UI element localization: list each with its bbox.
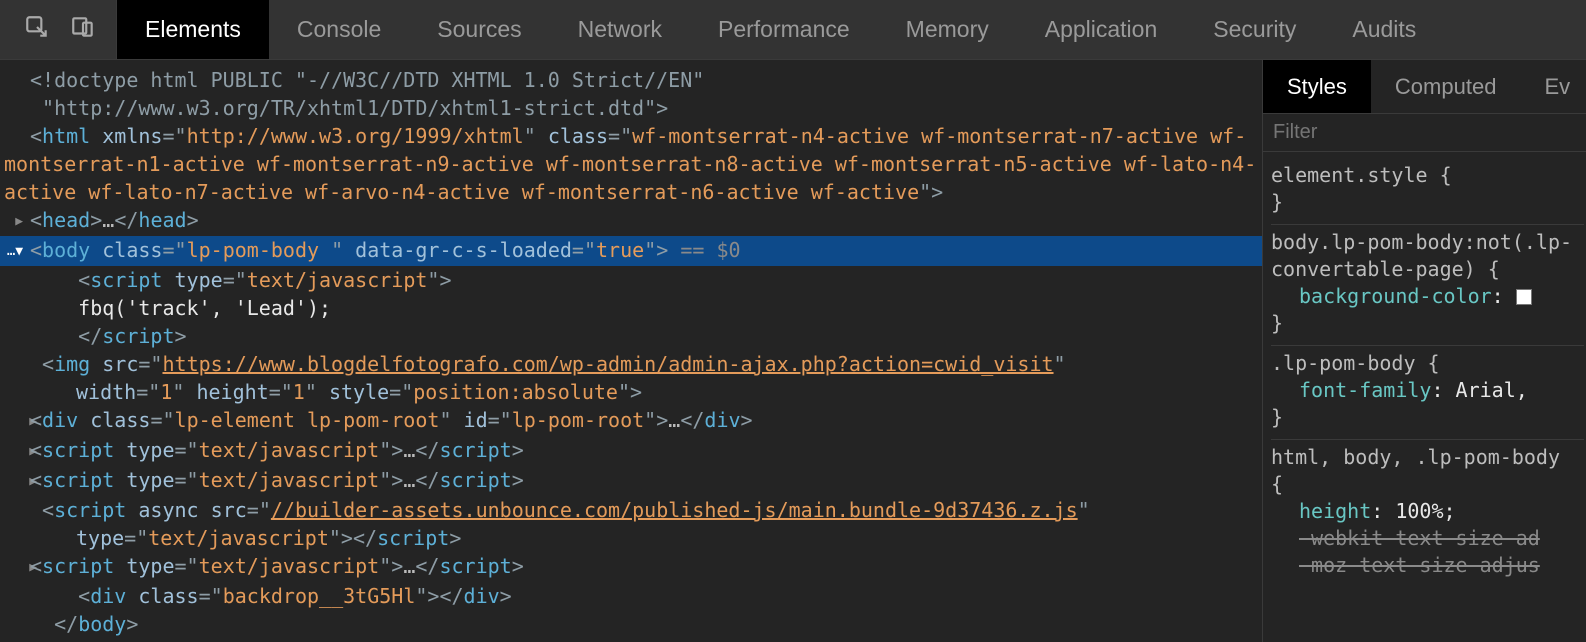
rule-lp-pom-body[interactable]: .lp-pom-body { font-family: Arial, } — [1271, 346, 1584, 440]
toolbar-icons — [0, 0, 117, 59]
tab-application[interactable]: Application — [1017, 0, 1186, 59]
side-tab-computed[interactable]: Computed — [1371, 60, 1521, 113]
styles-rules[interactable]: element.style { } body.lp-pom-body:not(.… — [1263, 152, 1586, 587]
styles-filter[interactable] — [1263, 114, 1586, 152]
styles-filter-input[interactable] — [1273, 121, 1576, 144]
tab-sources[interactable]: Sources — [409, 0, 549, 59]
rule-html-body[interactable]: html, body, .lp-pom-body { height: 100%;… — [1271, 440, 1584, 587]
dom-div-root[interactable]: ▶<div class="lp-element lp-pom-root" id=… — [0, 406, 1262, 436]
dom-script-close[interactable]: </script> — [0, 322, 1262, 350]
dom-script-3[interactable]: ▶<script type="text/javascript">…</scrip… — [0, 466, 1262, 496]
tab-elements[interactable]: Elements — [117, 0, 269, 59]
dom-img[interactable]: <img src="https://www.blogdelfotografo.c… — [0, 350, 1262, 406]
device-icon[interactable] — [70, 14, 96, 46]
dom-fbq[interactable]: fbq('track', 'Lead'); — [0, 294, 1262, 322]
tab-console[interactable]: Console — [269, 0, 409, 59]
color-swatch-icon[interactable] — [1516, 289, 1532, 305]
side-tab-events[interactable]: Ev — [1520, 60, 1586, 113]
tab-network[interactable]: Network — [550, 0, 690, 59]
dom-head[interactable]: ▶<head>…</head> — [0, 206, 1262, 236]
styles-sidebar: Styles Computed Ev element.style { } bod… — [1262, 60, 1586, 642]
inspect-icon[interactable] — [24, 14, 50, 46]
tab-performance[interactable]: Performance — [690, 0, 878, 59]
dom-body-close[interactable]: </body> — [0, 610, 1262, 638]
dom-html-open[interactable]: <html xmlns="http://www.w3.org/1999/xhtm… — [0, 122, 1262, 206]
dom-script-2[interactable]: ▶<script type="text/javascript">…</scrip… — [0, 436, 1262, 466]
dom-doctype-2[interactable]: "http://www.w3.org/TR/xhtml1/DTD/xhtml1-… — [0, 94, 1262, 122]
devtools-toolbar: Elements Console Sources Network Perform… — [0, 0, 1586, 60]
side-tab-styles[interactable]: Styles — [1263, 60, 1371, 113]
elements-tree[interactable]: <!doctype html PUBLIC "-//W3C//DTD XHTML… — [0, 60, 1262, 642]
main-tabs: Elements Console Sources Network Perform… — [117, 0, 1444, 59]
rule-body-not[interactable]: body.lp-pom-body:not(.lp-convertable-pag… — [1271, 225, 1584, 346]
tab-audits[interactable]: Audits — [1324, 0, 1444, 59]
rule-element-style[interactable]: element.style { } — [1271, 158, 1584, 225]
tab-memory[interactable]: Memory — [878, 0, 1017, 59]
dom-script-4[interactable]: ▶<script type="text/javascript">…</scrip… — [0, 552, 1262, 582]
dom-script-open[interactable]: <script type="text/javascript"> — [0, 266, 1262, 294]
tab-security[interactable]: Security — [1185, 0, 1324, 59]
dom-div-backdrop[interactable]: <div class="backdrop__3tG5Hl"></div> — [0, 582, 1262, 610]
dom-script-async[interactable]: <script async src="//builder-assets.unbo… — [0, 496, 1262, 552]
dom-body-selected[interactable]: …▼<body class="lp-pom-body " data-gr-c-s… — [0, 236, 1262, 266]
side-tabs: Styles Computed Ev — [1263, 60, 1586, 114]
dom-doctype[interactable]: <!doctype html PUBLIC "-//W3C//DTD XHTML… — [0, 66, 1262, 94]
